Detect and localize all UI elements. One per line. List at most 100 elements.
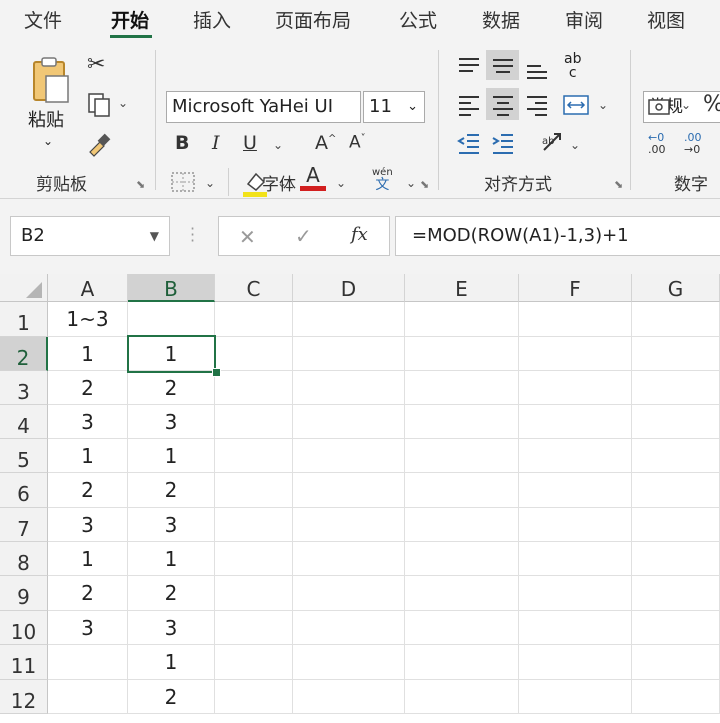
paste-button[interactable]: 粘贴 ⌄ — [22, 54, 76, 154]
cell-c11[interactable] — [215, 645, 293, 680]
cell-e1[interactable] — [405, 302, 519, 337]
cell-c6[interactable] — [215, 473, 293, 508]
cell-a2[interactable]: 1 — [48, 337, 128, 371]
decrease-indent-icon[interactable] — [457, 132, 481, 158]
underline-button[interactable]: U — [243, 134, 257, 153]
tab-review[interactable]: 审阅 — [565, 6, 603, 33]
increase-decimal-icon[interactable]: ←0.00 — [648, 132, 666, 156]
cell-e6[interactable] — [405, 473, 519, 508]
cell-f11[interactable] — [519, 645, 632, 680]
font-name-combobox[interactable]: Microsoft YaHei UI — [166, 91, 361, 123]
cell-e9[interactable] — [405, 576, 519, 611]
cell-d5[interactable] — [293, 439, 405, 473]
cell-a1[interactable]: 1~3 — [48, 302, 128, 337]
increase-indent-icon[interactable] — [491, 132, 515, 158]
shrink-font-button[interactable]: A˅ — [349, 134, 366, 152]
name-box[interactable]: B2 ▼ — [10, 216, 170, 256]
font-size-dropdown-icon[interactable]: ⌄ — [407, 92, 418, 122]
cell-d11[interactable] — [293, 645, 405, 680]
phonetic-dropdown-icon[interactable]: ⌄ — [406, 176, 416, 190]
cell-d3[interactable] — [293, 371, 405, 405]
italic-button[interactable]: I — [212, 134, 220, 153]
cell-a8[interactable]: 1 — [48, 542, 128, 576]
cell-f6[interactable] — [519, 473, 632, 508]
cell-d8[interactable] — [293, 542, 405, 576]
column-header-c[interactable]: C — [215, 274, 293, 302]
clipboard-launcher-icon[interactable]: ⬊ — [136, 178, 145, 191]
cell-f2[interactable] — [519, 337, 632, 371]
cell-b11[interactable]: 1 — [128, 645, 215, 680]
cell-b6[interactable]: 2 — [128, 473, 215, 508]
cell-c4[interactable] — [215, 405, 293, 439]
cell-c3[interactable] — [215, 371, 293, 405]
column-header-b[interactable]: B — [128, 274, 215, 302]
top-align-icon[interactable] — [457, 56, 481, 80]
column-header-d[interactable]: D — [293, 274, 405, 302]
align-right-icon[interactable] — [525, 94, 549, 120]
font-color-dropdown-icon[interactable]: ⌄ — [336, 176, 346, 190]
cell-d9[interactable] — [293, 576, 405, 611]
cell-e2[interactable] — [405, 337, 519, 371]
cell-a11[interactable] — [48, 645, 128, 680]
cell-a9[interactable]: 2 — [48, 576, 128, 611]
column-header-g[interactable]: G — [632, 274, 720, 302]
enter-button[interactable]: ✓ — [295, 224, 312, 248]
align-left-icon[interactable] — [457, 94, 481, 120]
percent-button[interactable]: % — [703, 94, 720, 116]
row-header-6[interactable]: 6 — [0, 473, 48, 508]
cell-c9[interactable] — [215, 576, 293, 611]
cell-e10[interactable] — [405, 611, 519, 645]
cell-b9[interactable]: 2 — [128, 576, 215, 611]
bold-button[interactable]: B — [175, 134, 189, 153]
copy-icon[interactable] — [86, 92, 112, 122]
column-header-f[interactable]: F — [519, 274, 632, 302]
cell-b5[interactable]: 1 — [128, 439, 215, 473]
cell-a7[interactable]: 3 — [48, 508, 128, 542]
cell-b4[interactable]: 3 — [128, 405, 215, 439]
cell-c12[interactable] — [215, 680, 293, 714]
cell-e7[interactable] — [405, 508, 519, 542]
cell-g9[interactable] — [632, 576, 720, 611]
cell-g12[interactable] — [632, 680, 720, 714]
cell-e4[interactable] — [405, 405, 519, 439]
cell-c1[interactable] — [215, 302, 293, 337]
cell-g10[interactable] — [632, 611, 720, 645]
cell-g1[interactable] — [632, 302, 720, 337]
font-launcher-icon[interactable]: ⬊ — [420, 178, 429, 191]
tab-formulas[interactable]: 公式 — [399, 6, 437, 33]
formula-input[interactable]: =MOD(ROW(A1)-1,3)+1 — [395, 216, 720, 256]
row-header-12[interactable]: 12 — [0, 680, 48, 714]
cell-d7[interactable] — [293, 508, 405, 542]
cell-b8[interactable]: 1 — [128, 542, 215, 576]
tab-home[interactable]: 开始 — [111, 6, 149, 33]
copy-dropdown-icon[interactable]: ⌄ — [118, 96, 128, 110]
cell-f9[interactable] — [519, 576, 632, 611]
cell-a5[interactable]: 1 — [48, 439, 128, 473]
name-box-dropdown-icon[interactable]: ▼ — [150, 217, 159, 255]
cell-b12[interactable]: 2 — [128, 680, 215, 714]
grow-font-button[interactable]: A^ — [315, 134, 336, 153]
row-header-2[interactable]: 2 — [0, 337, 48, 371]
row-header-9[interactable]: 9 — [0, 576, 48, 611]
orientation-icon[interactable]: ab — [540, 130, 566, 158]
bottom-align-icon[interactable] — [525, 62, 549, 86]
accounting-format-icon[interactable] — [648, 96, 674, 122]
cell-f1[interactable] — [519, 302, 632, 337]
cell-g7[interactable] — [632, 508, 720, 542]
cell-d12[interactable] — [293, 680, 405, 714]
cell-g11[interactable] — [632, 645, 720, 680]
font-color-icon[interactable]: A — [300, 165, 326, 191]
column-header-e[interactable]: E — [405, 274, 519, 302]
fill-handle[interactable] — [212, 368, 221, 377]
cell-d2[interactable] — [293, 337, 405, 371]
cell-d6[interactable] — [293, 473, 405, 508]
cell-c8[interactable] — [215, 542, 293, 576]
decrease-decimal-icon[interactable]: .00 →0 — [684, 132, 702, 156]
cell-f12[interactable] — [519, 680, 632, 714]
cell-a12[interactable] — [48, 680, 128, 714]
cell-a6[interactable]: 2 — [48, 473, 128, 508]
cell-g6[interactable] — [632, 473, 720, 508]
cell-f7[interactable] — [519, 508, 632, 542]
underline-dropdown-icon[interactable]: ⌄ — [273, 138, 283, 152]
select-all-button[interactable] — [0, 274, 48, 302]
